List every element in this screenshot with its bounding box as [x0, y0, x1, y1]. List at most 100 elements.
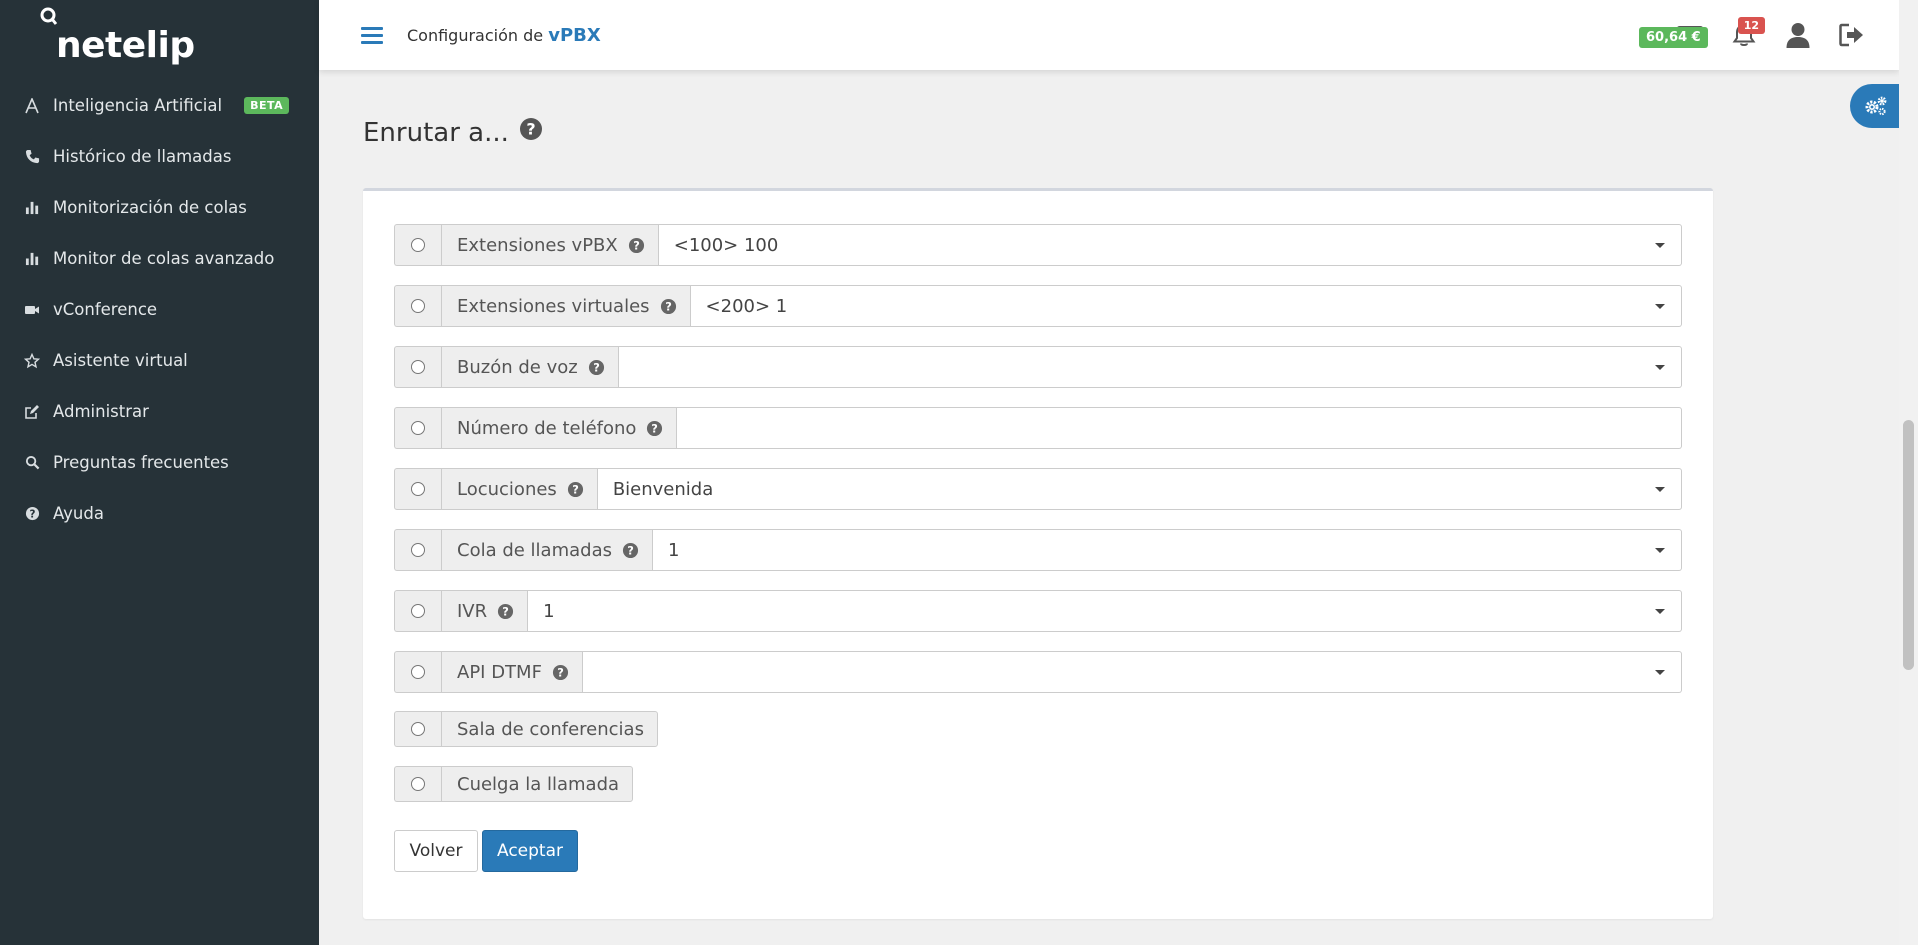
video-camera-icon — [22, 300, 42, 320]
locuciones-select[interactable]: Bienvenida — [597, 468, 1682, 510]
route-label: IVR ? — [441, 590, 529, 632]
help-icon[interactable]: ? — [660, 298, 677, 315]
svg-text:?: ? — [29, 508, 35, 520]
route-radio[interactable] — [394, 407, 441, 449]
svg-text:?: ? — [502, 604, 509, 618]
sidebar-item-ayuda[interactable]: ? Ayuda — [0, 488, 319, 539]
settings-fab-button[interactable] — [1850, 84, 1902, 128]
sidebar-item-label: Monitorización de colas — [53, 198, 247, 217]
route-row-locuciones: Locuciones ? Bienvenida — [394, 468, 1682, 510]
chevron-down-icon — [1655, 487, 1665, 492]
bar-chart-icon — [22, 249, 42, 269]
route-row-numero-telefono: Número de teléfono ? — [394, 407, 1682, 449]
route-row-extensiones-virtuales: Extensiones virtuales ? <200> 1 — [394, 285, 1682, 327]
help-icon[interactable]: ? — [588, 359, 605, 376]
svg-text:?: ? — [627, 543, 634, 557]
header-title-strong: vPBX — [548, 24, 601, 46]
user-icon — [1786, 23, 1810, 48]
sidebar-item-monitorizacion-colas[interactable]: Monitorización de colas — [0, 182, 319, 233]
sidebar-item-preguntas-frecuentes[interactable]: Preguntas frecuentes — [0, 437, 319, 488]
svg-text:?: ? — [652, 421, 659, 435]
route-label-text: API DTMF — [457, 661, 542, 683]
svg-text:?: ? — [665, 299, 672, 313]
route-label: Cola de llamadas ? — [441, 529, 653, 571]
route-radio[interactable] — [394, 590, 441, 632]
route-label: Cuelga la llamada — [441, 766, 634, 802]
back-button[interactable]: Volver — [394, 830, 478, 872]
sidebar-item-monitor-colas-avanzado[interactable]: Monitor de colas avanzado — [0, 233, 319, 284]
user-profile-button[interactable] — [1771, 15, 1825, 55]
select-value: <100> 100 — [673, 234, 779, 256]
ivr-select[interactable]: 1 — [528, 590, 1682, 632]
route-radio[interactable] — [394, 651, 441, 693]
route-radio[interactable] — [394, 224, 441, 266]
select-value: 1 — [543, 600, 555, 622]
scrollbar-thumb[interactable] — [1903, 420, 1914, 670]
help-icon[interactable]: ? — [622, 542, 639, 559]
routing-panel: Extensiones vPBX ? <100> 100 Extensiones… — [363, 188, 1713, 919]
svg-text:?: ? — [557, 665, 564, 679]
edit-icon — [22, 402, 42, 422]
route-radio[interactable] — [394, 529, 441, 571]
api-dtmf-select[interactable] — [582, 651, 1682, 693]
gears-icon — [1865, 96, 1887, 116]
header-actions: 60,64 € 12 — [1639, 0, 1879, 70]
sidebar-item-administrar[interactable]: Administrar — [0, 386, 319, 437]
beta-badge: BETA — [244, 97, 290, 114]
phone-icon — [22, 147, 42, 167]
route-radio[interactable] — [394, 346, 441, 388]
route-label-text: IVR — [457, 600, 488, 622]
route-label: Extensiones virtuales ? — [441, 285, 691, 327]
sidebar-item-asistente-virtual[interactable]: Asistente virtual — [0, 335, 319, 386]
route-label-text: Locuciones — [457, 478, 557, 500]
notifications-button[interactable]: 12 — [1717, 15, 1771, 55]
chevron-down-icon — [1655, 548, 1665, 553]
sidebar-item-label: Ayuda — [53, 504, 104, 523]
logout-button[interactable] — [1825, 15, 1879, 55]
buzon-voz-select[interactable] — [618, 346, 1682, 388]
route-label: Locuciones ? — [441, 468, 598, 510]
extensiones-virtuales-select[interactable]: <200> 1 — [690, 285, 1682, 327]
sign-out-icon — [1839, 23, 1863, 47]
route-row-ivr: IVR ? 1 — [394, 590, 1682, 632]
route-row-sala-conferencias: Sala de conferencias — [394, 711, 658, 747]
help-icon[interactable]: ? — [552, 664, 569, 681]
logo-text: netelip — [56, 25, 195, 66]
menu-toggle-icon[interactable] — [361, 23, 383, 48]
question-circle-icon: ? — [22, 504, 42, 524]
help-icon[interactable]: ? — [628, 237, 645, 254]
netelip-logo[interactable]: netelip — [36, 7, 195, 66]
bar-chart-icon — [22, 198, 42, 218]
accept-button[interactable]: Aceptar — [482, 830, 578, 872]
route-row-cola-llamadas: Cola de llamadas ? 1 — [394, 529, 1682, 571]
route-radio[interactable] — [394, 766, 441, 802]
ai-letter-icon — [22, 96, 42, 116]
page-scrollbar[interactable] — [1899, 0, 1918, 945]
route-label-text: Extensiones vPBX — [457, 234, 618, 256]
svg-text:?: ? — [526, 120, 535, 139]
help-icon[interactable]: ? — [497, 603, 514, 620]
sidebar-item-inteligencia-artificial[interactable]: Inteligencia Artificial BETA — [0, 80, 319, 131]
cola-llamadas-select[interactable]: 1 — [653, 529, 1682, 571]
numero-telefono-input[interactable] — [677, 407, 1682, 449]
help-icon[interactable]: ? — [567, 481, 584, 498]
route-label-text: Buzón de voz — [457, 356, 578, 378]
top-header: Configuración de vPBX 60,64 € 12 — [319, 0, 1899, 70]
header-title-prefix: Configuración de — [407, 25, 544, 45]
sidebar: netelip Inteligencia Artificial BETA His… — [0, 0, 319, 945]
help-icon[interactable]: ? — [646, 420, 663, 437]
billing-button[interactable]: 60,64 € — [1639, 15, 1717, 55]
select-value: <200> 1 — [705, 295, 788, 317]
help-icon[interactable]: ? — [519, 117, 543, 148]
select-value: 1 — [668, 539, 680, 561]
route-label: Extensiones vPBX ? — [441, 224, 659, 266]
route-radio[interactable] — [394, 468, 441, 510]
route-label: Sala de conferencias — [441, 711, 658, 747]
extensiones-vpbx-select[interactable]: <100> 100 — [658, 224, 1682, 266]
sidebar-item-vconference[interactable]: vConference — [0, 284, 319, 335]
sidebar-nav: Inteligencia Artificial BETA Histórico d… — [0, 80, 319, 539]
sidebar-item-label: Administrar — [53, 402, 149, 421]
sidebar-item-historico-llamadas[interactable]: Histórico de llamadas — [0, 131, 319, 182]
route-radio[interactable] — [394, 711, 441, 747]
route-radio[interactable] — [394, 285, 441, 327]
